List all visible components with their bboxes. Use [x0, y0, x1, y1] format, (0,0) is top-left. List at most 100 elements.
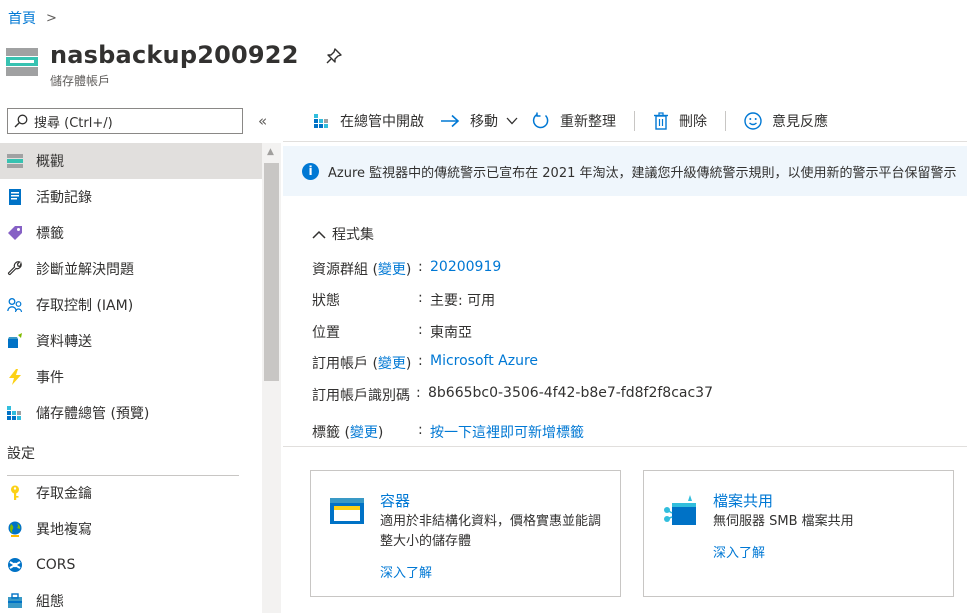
resource-group-change-link[interactable]: 變更 — [378, 262, 406, 278]
toolbar-divider — [634, 111, 635, 131]
tags-add-link[interactable]: 按一下這裡即可新增標籤 — [430, 422, 584, 442]
sidebar-item-label: 事件 — [36, 370, 64, 386]
page-title: nasbackup200922 — [50, 41, 299, 69]
card-title[interactable]: 檔案共用 — [713, 490, 773, 511]
essentials-subscription: 訂用帳戶 (變更) : Microsoft Azure — [312, 353, 539, 373]
sidebar-nav: 概觀 活動記錄 標籤 診斷並解決問題 存取控制 (IAM) 資料轉送 事件 儲存… — [0, 143, 262, 613]
page-header: nasbackup200922 儲存體帳戶 — [6, 40, 343, 89]
storage-explorer-icon — [314, 114, 330, 128]
sidebar-item-label: 概觀 — [36, 154, 64, 170]
trash-icon — [653, 112, 669, 130]
info-banner-text: Azure 監視器中的傳統警示已宣布在 2021 年淘汰，建議您升級傳統警示規則… — [328, 165, 957, 181]
open-in-explorer-label: 在總管中開啟 — [340, 114, 424, 130]
resource-group-label: 資源群組 — [312, 262, 368, 278]
essentials-resource-group: 資源群組 (變更) : 20200919 — [312, 259, 502, 279]
pin-icon[interactable] — [325, 47, 343, 65]
tag-icon — [7, 225, 23, 241]
open-in-explorer-button[interactable]: 在總管中開啟 — [314, 111, 424, 131]
sidebar-item-label: 活動記錄 — [36, 190, 92, 206]
location-label: 位置 — [312, 325, 340, 341]
sidebar-item-cors[interactable]: CORS — [0, 547, 262, 583]
collapse-nav-button[interactable]: « — [258, 112, 267, 130]
subscription-value[interactable]: Microsoft Azure — [430, 353, 538, 373]
service-card-containers[interactable]: 容器 適用於非結構化資料，價格實惠並能調整大小的儲存體 深入了解 — [310, 470, 621, 597]
card-title[interactable]: 容器 — [380, 490, 410, 511]
sidebar-item-activity-log[interactable]: 活動記錄 — [0, 179, 262, 215]
sidebar-item-label: 異地複寫 — [36, 522, 92, 538]
page-subtitle: 儲存體帳戶 — [50, 74, 111, 88]
move-button[interactable]: 移動 — [440, 111, 518, 131]
breadcrumb-home-link[interactable]: 首頁 — [8, 8, 36, 28]
sidebar-item-iam[interactable]: 存取控制 (IAM) — [0, 287, 262, 323]
search-icon — [14, 114, 28, 128]
command-bar: 在總管中開啟 移動 重新整理 刪除 意見反應 — [314, 108, 828, 134]
sidebar-divider — [7, 475, 239, 476]
sidebar-item-overview[interactable]: 概觀 — [0, 143, 262, 179]
tags-change-link[interactable]: 變更 — [350, 425, 378, 441]
sidebar-item-label: 組態 — [36, 594, 64, 610]
location-value: 東南亞 — [430, 325, 472, 341]
tags-label: 標籤 — [312, 425, 340, 441]
scrollbar-thumb[interactable] — [264, 163, 279, 381]
sidebar-item-tags[interactable]: 標籤 — [0, 215, 262, 251]
sidebar-item-label: 資料轉送 — [36, 334, 92, 350]
feedback-button[interactable]: 意見反應 — [744, 111, 828, 131]
storage-explorer-icon — [7, 405, 23, 421]
cors-icon — [7, 557, 23, 573]
container-icon — [330, 498, 364, 524]
status-label: 狀態 — [312, 293, 340, 309]
chevron-down-icon — [506, 113, 518, 129]
sidebar-item-label: 診斷並解決問題 — [36, 262, 134, 278]
status-value: 主要: 可用 — [430, 293, 496, 309]
card-description: 適用於非結構化資料，價格實惠並能調整大小的儲存體 — [380, 514, 602, 549]
sidebar-item-diagnose[interactable]: 診斷並解決問題 — [0, 251, 262, 287]
resource-group-value[interactable]: 20200919 — [430, 259, 501, 279]
subscription-id-label: 訂用帳戶識別碼 — [312, 388, 410, 404]
chevron-up-icon — [312, 230, 326, 239]
essentials-divider — [283, 446, 967, 447]
wrench-icon — [7, 261, 23, 277]
sidebar-item-label: CORS — [36, 557, 76, 573]
subscription-change-link[interactable]: 變更 — [378, 356, 406, 372]
essentials-location: 位置 : 東南亞 — [312, 322, 472, 341]
lightning-icon — [7, 369, 23, 385]
sidebar-item-storage-explorer[interactable]: 儲存體總管 (預覽) — [0, 395, 262, 431]
subscription-label: 訂用帳戶 — [312, 356, 368, 372]
essentials-tags: 標籤 (變更) : 按一下這裡即可新增標籤 — [312, 422, 584, 442]
storage-account-icon — [6, 48, 38, 76]
sidebar-item-label: 標籤 — [36, 226, 64, 242]
overview-icon — [7, 153, 23, 169]
toolbar-divider — [725, 111, 726, 131]
learn-more-link[interactable]: 深入了解 — [713, 542, 765, 561]
sidebar-item-events[interactable]: 事件 — [0, 359, 262, 395]
info-icon: i — [302, 162, 319, 180]
delete-label: 刪除 — [679, 114, 707, 130]
iam-icon — [7, 297, 23, 313]
essentials-toggle[interactable]: 程式集 — [312, 224, 374, 244]
scroll-up-icon[interactable]: ▲ — [267, 147, 274, 157]
card-description: 無伺服器 SMB 檔案共用 — [713, 514, 854, 529]
service-card-file-shares[interactable]: 檔案共用 無伺服器 SMB 檔案共用 深入了解 — [643, 470, 954, 597]
refresh-label: 重新整理 — [560, 114, 616, 130]
info-banner[interactable]: i Azure 監視器中的傳統警示已宣布在 2021 年淘汰，建議您升級傳統警示… — [283, 146, 967, 196]
refresh-button[interactable]: 重新整理 — [532, 111, 616, 131]
arrow-right-icon — [440, 114, 460, 128]
configuration-icon — [7, 593, 23, 609]
delete-button[interactable]: 刪除 — [653, 111, 707, 131]
refresh-icon — [532, 112, 550, 130]
sidebar-scrollbar[interactable]: ▲ — [262, 143, 281, 613]
search-placeholder: 搜尋 (Ctrl+/) — [34, 115, 113, 131]
data-transfer-icon — [7, 333, 23, 349]
breadcrumb-separator: > — [46, 10, 57, 26]
essentials-status: 狀態 : 主要: 可用 — [312, 290, 496, 309]
smiley-icon — [744, 112, 762, 130]
globe-icon — [7, 521, 23, 537]
search-input[interactable]: 搜尋 (Ctrl+/) — [7, 108, 243, 134]
learn-more-link[interactable]: 深入了解 — [380, 562, 432, 581]
sidebar-item-access-keys[interactable]: 存取金鑰 — [0, 475, 262, 511]
sidebar-item-data-transfer[interactable]: 資料轉送 — [0, 323, 262, 359]
sidebar-item-configuration[interactable]: 組態 — [0, 583, 262, 613]
file-share-icon — [664, 495, 696, 525]
sidebar-item-geo-replication[interactable]: 異地複寫 — [0, 511, 262, 547]
toolbar-divider-line — [283, 141, 967, 142]
